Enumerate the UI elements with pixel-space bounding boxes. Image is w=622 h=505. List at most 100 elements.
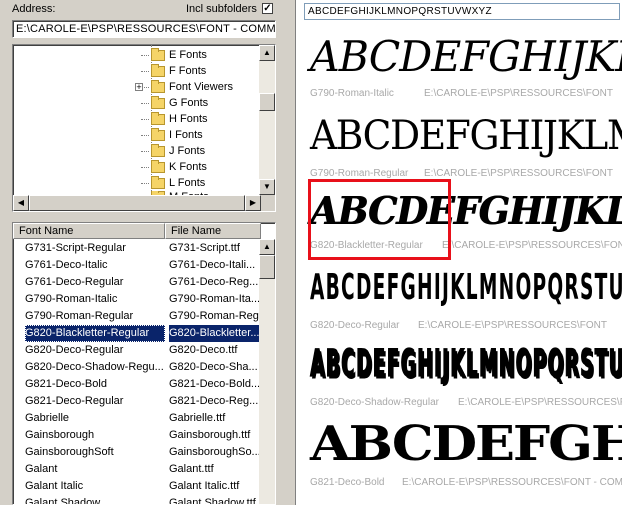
font-name-cell: G761-Deco-Italic (25, 259, 108, 271)
preview-item[interactable]: ABCDEFGHIJKLMNOPQRSTUVWXYZ G820-Deco-Sha… (310, 345, 622, 408)
tree-item-k-fonts[interactable]: K Fonts (141, 159, 207, 175)
file-name-cell: G761-Deco-Reg... (169, 276, 259, 288)
preview-item[interactable]: ABCDEFGHIJKLMNOPQRSTUVWXYZ G790-Roman-It… (310, 36, 622, 100)
scroll-right-icon[interactable]: ▶ (245, 195, 261, 211)
scroll-thumb[interactable] (259, 255, 275, 279)
tree-item-e-fonts[interactable]: E Fonts (141, 47, 207, 63)
list-item[interactable]: G761-Deco-Italic G761-Deco-Itali... (13, 257, 261, 274)
list-item[interactable]: Galant Shadow Galant Shadow.ttf (13, 495, 261, 505)
list-item[interactable]: GainsboroughSoft GainsboroughSo... (13, 444, 261, 461)
tree-vertical-scrollbar[interactable]: ▲ ▼ (259, 45, 275, 195)
font-name-cell: Gabrielle (25, 412, 70, 424)
tree-item-f-fonts[interactable]: F Fonts (141, 63, 206, 79)
folder-tree: E Fonts F Fonts + Font Viewers G Fonts H… (12, 44, 276, 212)
list-item-selected[interactable]: G820-Blackletter-Regular G820-Blackletter… (13, 325, 261, 342)
font-caption: G821-Deco-Bold E:\CAROLE-E\PSP\RESSOURCES… (310, 477, 622, 488)
incl-subfolders-label[interactable]: Incl subfolders (186, 3, 257, 15)
list-item[interactable]: G731-Script-Regular G731-Script.ttf (13, 240, 261, 257)
column-header-font-name[interactable]: Font Name (13, 223, 165, 239)
font-caption: G820-Deco-Regular E:\CAROLE-E\PSP\RESSOUR… (310, 320, 607, 331)
font-path: E:\CAROLE-E\PSP\RESSOURCES\FONT (424, 88, 613, 99)
list-item[interactable]: Galant Italic Galant Italic.ttf (13, 478, 261, 495)
scroll-up-icon[interactable]: ▲ (259, 239, 275, 255)
font-name-cell: G820-Deco-Shadow-Regu... (25, 361, 164, 373)
font-name-cell: G821-Deco-Bold (25, 378, 107, 390)
font-sample: ABCDEFGHIJKLMNOPQRSTUVWXYZ (310, 266, 622, 309)
file-name-cell: GainsboroughSo... (169, 446, 261, 458)
font-name-cell: GainsboroughSoft (25, 446, 114, 458)
file-name-cell: G821-Deco-Bold... (169, 378, 261, 390)
tree-item-label: G Fonts (169, 97, 209, 109)
tree-item-label: K Fonts (169, 161, 207, 173)
list-item[interactable]: G820-Deco-Regular G820-Deco.ttf (13, 342, 261, 359)
tree-item-i-fonts[interactable]: I Fonts (141, 127, 203, 143)
file-name-cell: Gabrielle.ttf (169, 412, 226, 424)
file-name-cell: Galant Shadow.ttf (169, 497, 256, 505)
tree-item-h-fonts[interactable]: H Fonts (141, 111, 208, 127)
file-name-cell: G790-Roman-Ita... (169, 293, 261, 305)
list-item[interactable]: G790-Roman-Regular G790-Roman-Reg... (13, 308, 261, 325)
tree-item-label: I Fonts (169, 129, 203, 141)
list-item[interactable]: G821-Deco-Regular G821-Deco-Reg... (13, 393, 261, 410)
font-name-cell: G820-Blackletter-Regular (25, 325, 165, 342)
font-name-cell: G820-Deco-Regular (25, 344, 124, 356)
file-name-cell: Gainsborough.ttf (169, 429, 251, 441)
folder-icon (151, 111, 165, 125)
folder-icon (151, 175, 165, 189)
tree-item-label: L Fonts (169, 177, 206, 189)
expand-icon[interactable]: + (135, 83, 143, 92)
scroll-thumb[interactable] (259, 93, 275, 111)
list-item[interactable]: Gabrielle Gabrielle.ttf (13, 410, 261, 427)
list-vertical-scrollbar[interactable]: ▲ (259, 239, 275, 504)
scroll-thumb[interactable] (29, 195, 245, 211)
font-name-cell: Gainsborough (25, 429, 95, 441)
address-label: Address: (12, 3, 56, 15)
address-field[interactable]: E:\CAROLE-E\PSP\RESSOURCES\FONT - COMMER (12, 20, 276, 38)
tree-item-label: E Fonts (169, 49, 207, 61)
scroll-up-icon[interactable]: ▲ (259, 45, 275, 61)
list-item[interactable]: G790-Roman-Italic G790-Roman-Ita... (13, 291, 261, 308)
preview-item[interactable]: ABCDEFGHIJKLMNOPQRSTUVWXYZ G820-Deco-Reg… (310, 269, 622, 331)
preview-item[interactable]: ABCDEFGHIJKLMNOPQRSTUVWXYZ G790-Roman-Re… (310, 113, 622, 179)
pane-splitter[interactable] (278, 0, 296, 505)
list-item[interactable]: Galant Galant.ttf (13, 461, 261, 478)
highlight-box (308, 179, 451, 260)
scroll-down-icon[interactable]: ▼ (259, 179, 275, 195)
tree-item-label: Font Viewers (169, 81, 233, 93)
font-sample: ABCDEFGHIJKLMNOPQRSTUVWXYZ (310, 415, 622, 472)
font-path: E:\CAROLE-E\PSP\RESSOURCES\FONT (458, 397, 622, 408)
folder-icon (151, 47, 165, 61)
font-name-cell: G731-Script-Regular (25, 242, 126, 254)
folder-browser-pane: Address: Incl subfolders ✓ E:\CAROLE-E\P… (0, 0, 278, 505)
font-path: E:\CAROLE-E\PSP\RESSOURCES\FONT (442, 240, 622, 251)
tree-item-l-fonts[interactable]: L Fonts (141, 175, 205, 191)
tree-item-font-viewers[interactable]: + Font Viewers (135, 79, 233, 95)
folder-icon (151, 95, 165, 109)
incl-subfolders-checkbox[interactable]: ✓ (262, 3, 273, 14)
font-name-cell: G761-Deco-Regular (25, 276, 124, 288)
tree-item-j-fonts[interactable]: J Fonts (141, 143, 205, 159)
list-item[interactable]: Gainsborough Gainsborough.ttf (13, 427, 261, 444)
font-caption: G820-Deco-Shadow-Regular E:\CAROLE-E\PSP\… (310, 397, 622, 408)
tree-item-g-fonts[interactable]: G Fonts (141, 95, 208, 111)
column-header-file-name[interactable]: File Name (165, 223, 261, 239)
folder-icon (151, 143, 165, 157)
file-name-cell: G790-Roman-Reg... (169, 310, 261, 322)
preview-item[interactable]: ABCDEFGHIJKLMNOPQRSTUVWXYZ G821-Deco-Bol… (310, 415, 622, 488)
scroll-corner (261, 195, 275, 211)
font-sample: ABCDEFGHIJKLMNOPQRSTUVWXYZ (310, 113, 622, 159)
file-name-cell: G821-Deco-Reg... (169, 395, 259, 407)
font-sample: ABCDEFGHIJKLMNOPQRSTUVWXYZ (310, 342, 622, 386)
tree-horizontal-scrollbar[interactable]: ◀ ▶ (13, 195, 261, 211)
sample-text-input[interactable]: ABCDEFGHIJKLMNOPQRSTUVWXYZ (304, 3, 620, 20)
list-item[interactable]: G761-Deco-Regular G761-Deco-Reg... (13, 274, 261, 291)
list-item[interactable]: G820-Deco-Shadow-Regu... G820-Deco-Sha... (13, 359, 261, 376)
scroll-left-icon[interactable]: ◀ (13, 195, 29, 211)
folder-icon (151, 63, 165, 77)
font-name-cell: G790-Roman-Regular (25, 310, 134, 322)
font-name: G820-Deco-Shadow-Regular (310, 397, 439, 408)
tree-item-label: H Fonts (169, 113, 208, 125)
file-name-cell: Galant Italic.ttf (169, 480, 240, 492)
list-item[interactable]: G821-Deco-Bold G821-Deco-Bold... (13, 376, 261, 393)
file-name-cell: G820-Blackletter... (169, 325, 261, 342)
